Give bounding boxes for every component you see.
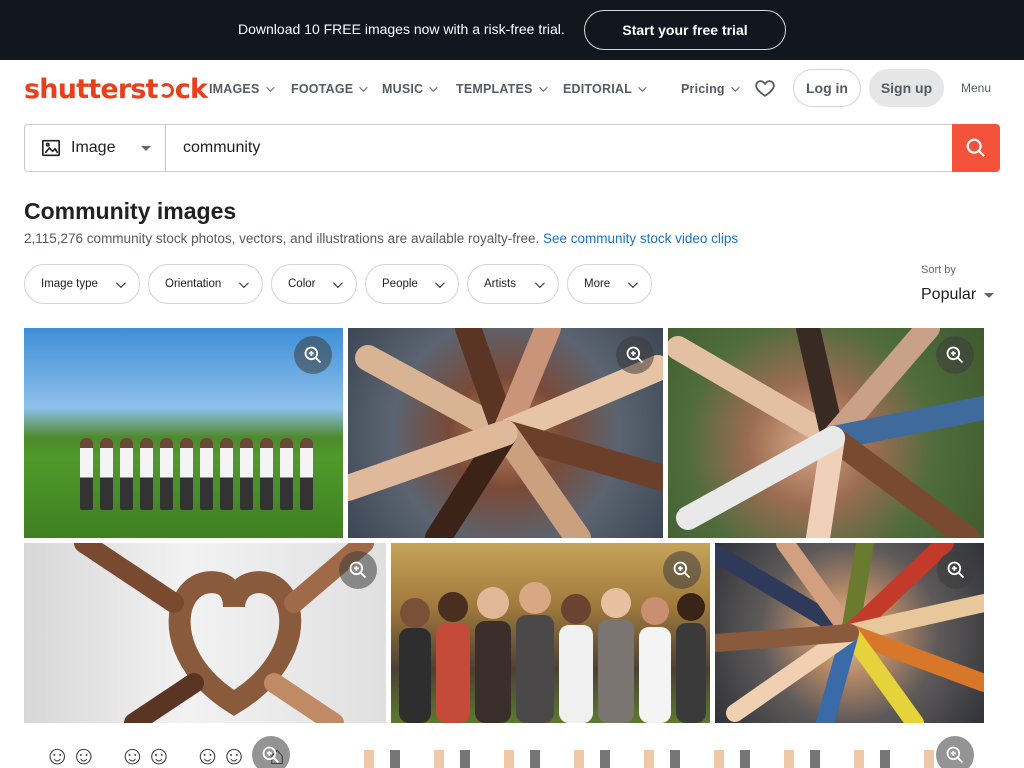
search-type-select[interactable]: Image — [24, 124, 165, 172]
menu-link[interactable]: Menu — [961, 81, 991, 95]
caret-down-icon — [141, 146, 151, 151]
chevron-down-icon — [359, 83, 368, 92]
page-title: Community images — [24, 198, 237, 224]
chevron-down-icon — [538, 83, 548, 92]
zoom-in-icon[interactable] — [616, 336, 654, 374]
image-tile[interactable] — [24, 328, 343, 538]
zoom-in-icon[interactable] — [936, 736, 974, 768]
image-tile[interactable] — [24, 543, 386, 723]
chevron-down-icon — [627, 277, 638, 288]
image-tile[interactable] — [668, 328, 984, 538]
search-icon — [966, 138, 986, 158]
nav-images[interactable]: IMAGES — [209, 82, 275, 96]
nav-editorial[interactable]: EDITORIAL — [563, 82, 647, 96]
chevron-down-icon — [638, 83, 647, 92]
promo-text: Download 10 FREE images now with a risk-… — [238, 21, 565, 37]
group-icon: ☺☺ — [119, 740, 173, 768]
chevron-down-icon — [434, 277, 445, 288]
results-summary: 2,115,276 community stock photos, vector… — [24, 231, 739, 246]
zoom-in-icon[interactable] — [294, 336, 332, 374]
chevron-down-icon — [115, 277, 126, 288]
nav-footage[interactable]: FOOTAGE — [291, 82, 368, 96]
filter-color[interactable]: Color — [271, 264, 357, 304]
search-bar: Image — [24, 124, 1000, 172]
sort-label: Sort by — [921, 264, 956, 276]
zoom-in-icon[interactable] — [663, 551, 701, 589]
video-clips-link[interactable]: See community stock video clips — [543, 231, 738, 246]
group-icon: ☺☺ — [44, 740, 98, 768]
chevron-down-icon — [332, 277, 343, 288]
image-icon — [42, 139, 60, 157]
filter-artists[interactable]: Artists — [467, 264, 559, 304]
filter-orientation[interactable]: Orientation — [148, 264, 263, 304]
zoom-in-icon[interactable] — [937, 551, 975, 589]
chevron-down-icon — [238, 277, 249, 288]
login-button[interactable]: Log in — [793, 69, 861, 107]
filter-people[interactable]: People — [365, 264, 459, 304]
zoom-in-icon[interactable] — [339, 551, 377, 589]
caret-down-icon — [984, 292, 995, 298]
search-button[interactable] — [952, 124, 1000, 172]
image-tile[interactable] — [348, 328, 663, 538]
signup-button[interactable]: Sign up — [869, 69, 944, 107]
chevron-down-icon — [429, 83, 438, 92]
group-icon: ☺☺ — [194, 740, 248, 768]
promo-banner: Download 10 FREE images now with a risk-… — [0, 0, 1024, 60]
zoom-in-icon[interactable] — [252, 736, 290, 768]
group-people-photo — [80, 438, 313, 510]
chevron-down-icon — [534, 277, 545, 288]
chevron-down-icon — [265, 83, 275, 92]
filter-more[interactable]: More — [567, 264, 652, 304]
logo-o-icon — [158, 83, 174, 98]
image-tile[interactable] — [391, 543, 710, 723]
people-illustration-tile[interactable] — [350, 750, 950, 768]
start-trial-button[interactable]: Start your free trial — [584, 10, 786, 50]
nav-templates[interactable]: TEMPLATES — [456, 82, 548, 96]
filter-image-type[interactable]: Image type — [24, 264, 140, 304]
sort-select[interactable]: Popular — [921, 286, 995, 304]
image-tile[interactable] — [715, 543, 984, 723]
shutterstock-logo[interactable]: shutterst ck — [24, 74, 208, 105]
zoom-in-icon[interactable] — [936, 336, 974, 374]
chevron-down-icon — [730, 83, 740, 92]
heart-hands-photo — [74, 543, 374, 723]
nav-pricing[interactable]: Pricing — [681, 82, 740, 96]
search-type-label: Image — [71, 139, 116, 156]
community-icons-tile[interactable]: ☺☺ ☺☺ ☺☺ ⌂ — [44, 742, 285, 768]
search-input[interactable] — [165, 124, 952, 172]
heart-icon[interactable] — [754, 77, 776, 99]
nav-music[interactable]: MUSIC — [382, 82, 438, 96]
site-header: shutterst ck IMAGES FOOTAGE MUSIC TEMPLAT… — [0, 60, 1024, 116]
